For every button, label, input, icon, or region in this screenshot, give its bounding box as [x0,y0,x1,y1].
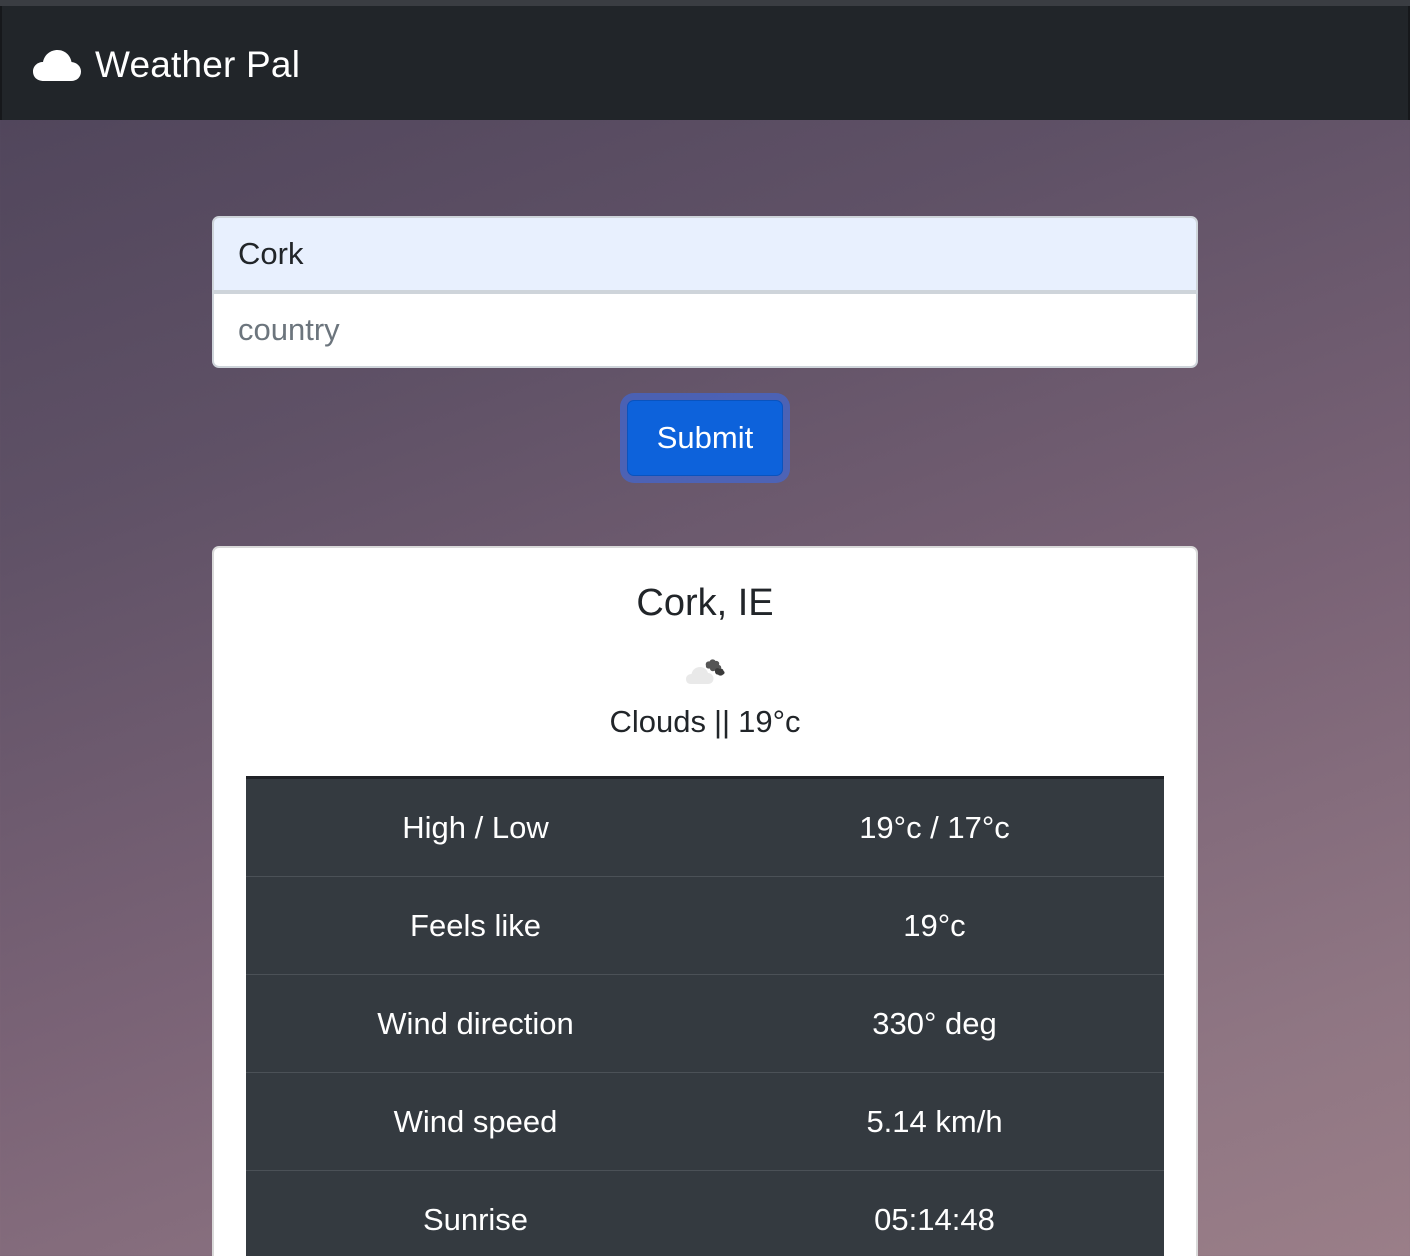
navbar-brand[interactable]: Weather Pal [32,42,300,88]
row-value: 19°c [705,876,1164,975]
row-value: 19°c / 17°c [705,777,1164,877]
row-value: 5.14 km/h [705,1072,1164,1171]
weather-details-table: High / Low 19°c / 17°c Feels like 19°c W… [246,776,1164,1256]
summary-separator: || [714,704,731,739]
city-input[interactable] [212,216,1198,292]
row-label: Feels like [246,876,705,975]
row-label: Sunrise [246,1170,705,1256]
country-input[interactable] [212,292,1198,368]
cloud-icon [32,48,82,82]
row-label: Wind direction [246,974,705,1073]
submit-button[interactable]: Submit [627,400,783,476]
weather-card: Cork, IE Clouds || 19°c High / Low 19°c / … [212,546,1198,1256]
broken-clouds-icon [686,658,726,686]
navbar: Weather Pal [0,6,1410,120]
temperature-text: 19°c [738,704,801,739]
brand-name: Weather Pal [95,44,301,85]
table-row: Feels like 19°c [246,876,1164,975]
row-label: Wind speed [246,1072,705,1171]
condition-text: Clouds [609,704,707,739]
table-row: Wind speed 5.14 km/h [246,1072,1164,1171]
table-row: High / Low 19°c / 17°c [246,777,1164,877]
row-value: 330° deg [705,974,1164,1073]
row-label: High / Low [246,777,705,877]
table-row: Sunrise 05:14:48 [246,1170,1164,1256]
row-value: 05:14:48 [705,1170,1164,1256]
location-title: Cork, IE [636,582,774,624]
weather-summary: Clouds || 19°c [214,704,1196,740]
table-row: Wind direction 330° deg [246,974,1164,1073]
